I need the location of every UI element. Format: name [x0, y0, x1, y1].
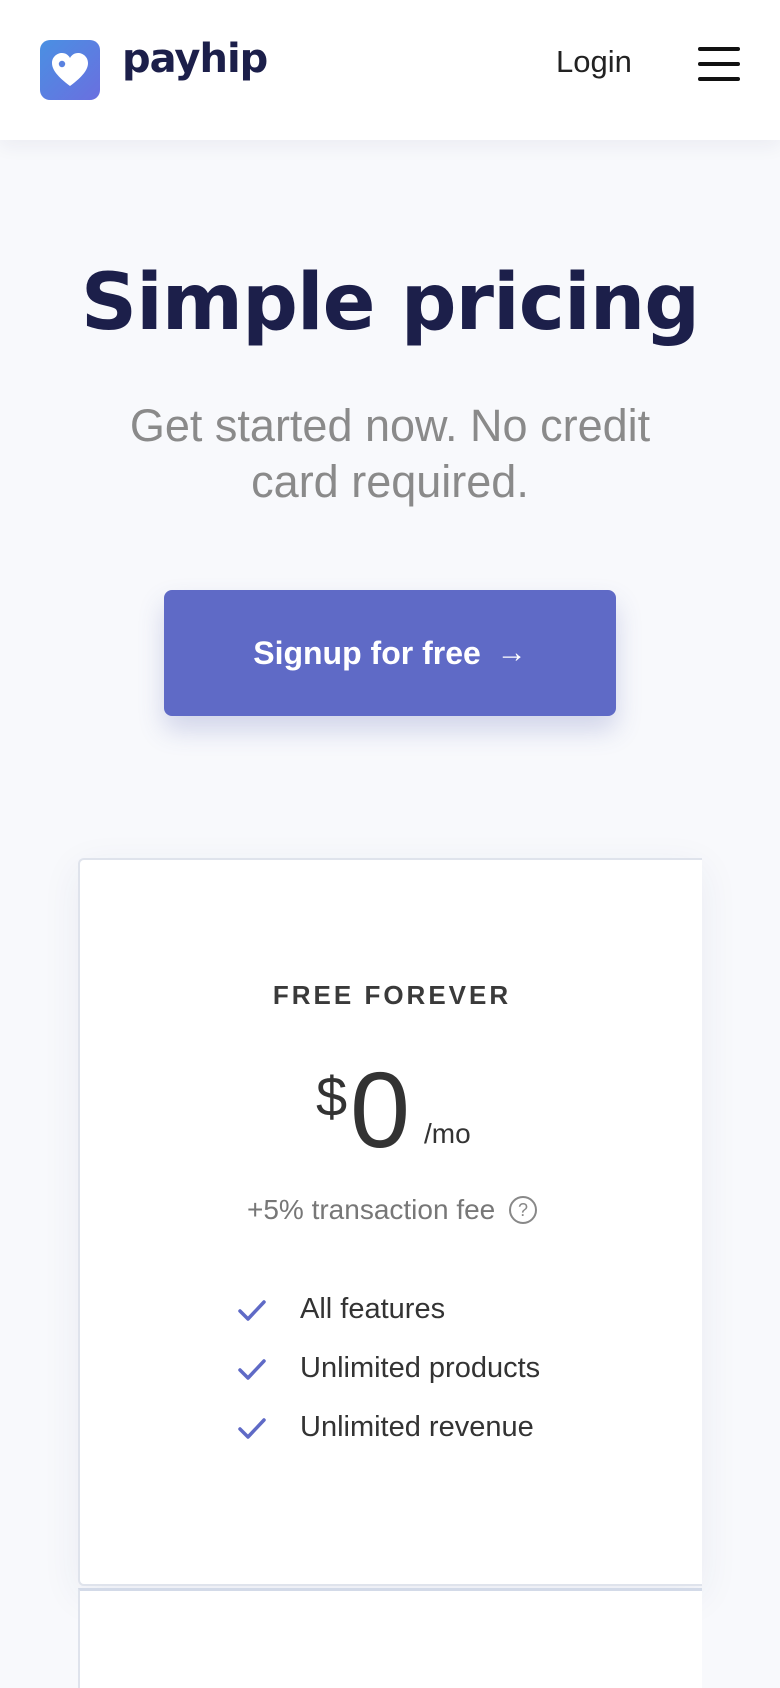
- heart-tag-icon: [52, 53, 88, 86]
- arrow-right-icon: →: [496, 636, 527, 669]
- transaction-fee: +5% transaction fee ?: [80, 1194, 704, 1226]
- feature-label: Unlimited revenue: [300, 1411, 534, 1443]
- page-subtitle: Get started now. No credit card required…: [129, 400, 651, 507]
- feature-list: All features Unlimited products Unlimite…: [236, 1280, 540, 1457]
- pricing-card-free: FREE FOREVER $ 0 /mo +5% transaction fee…: [78, 858, 702, 1586]
- price: $ 0 /mo: [80, 1050, 704, 1170]
- feature-item: Unlimited products: [236, 1339, 540, 1398]
- feature-item: Unlimited revenue: [236, 1398, 540, 1457]
- signup-button[interactable]: Signup for free →: [164, 590, 616, 716]
- pricing-card-next: [78, 1588, 702, 1688]
- transaction-fee-text: +5% transaction fee: [246, 1194, 496, 1225]
- logo-wordmark[interactable]: payhip: [122, 36, 268, 82]
- price-currency: $: [316, 1065, 348, 1128]
- login-link[interactable]: Login: [556, 44, 632, 80]
- help-icon[interactable]: ?: [509, 1195, 538, 1224]
- price-period: /mo: [424, 1118, 471, 1149]
- signup-button-label: Signup for free: [253, 634, 481, 671]
- check-icon: [238, 1417, 266, 1439]
- feature-item: All features: [236, 1280, 540, 1339]
- top-navbar: payhip Login: [0, 0, 780, 140]
- page-title: Simple pricing: [80, 258, 700, 348]
- feature-label: All features: [300, 1293, 446, 1325]
- price-amount: 0: [350, 1049, 411, 1170]
- plan-name: FREE FOREVER: [272, 980, 512, 1010]
- feature-label: Unlimited products: [300, 1352, 541, 1384]
- payhip-logo-icon[interactable]: [40, 40, 100, 100]
- check-icon: [238, 1358, 266, 1380]
- hamburger-menu-icon[interactable]: [698, 47, 740, 81]
- check-icon: [238, 1299, 266, 1321]
